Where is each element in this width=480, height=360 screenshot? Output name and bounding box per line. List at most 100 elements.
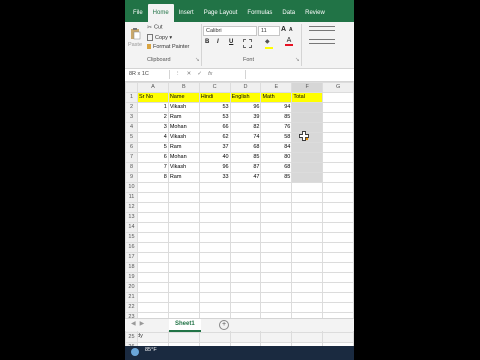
cell[interactable]: Mohan bbox=[167, 152, 200, 163]
row-header[interactable]: 6 bbox=[125, 142, 138, 153]
cell[interactable]: 76 bbox=[260, 122, 293, 133]
row-header[interactable]: 17 bbox=[125, 252, 138, 263]
dialog-launcher-icon[interactable]: ↘ bbox=[195, 57, 200, 63]
cell[interactable] bbox=[260, 262, 293, 273]
font-color-icon[interactable]: A bbox=[285, 37, 293, 46]
cell[interactable]: 80 bbox=[260, 152, 293, 163]
row-header[interactable]: 4 bbox=[125, 122, 138, 133]
cell[interactable] bbox=[198, 282, 231, 293]
cell[interactable] bbox=[198, 252, 231, 263]
cell[interactable]: 53 bbox=[198, 112, 231, 123]
cell[interactable]: 7 bbox=[136, 162, 169, 173]
cell[interactable] bbox=[229, 242, 262, 253]
cell[interactable] bbox=[260, 222, 293, 233]
cell[interactable] bbox=[136, 232, 169, 243]
sheet-tab-sheet1[interactable]: Sheet1 bbox=[169, 319, 201, 332]
cell[interactable] bbox=[260, 202, 293, 213]
cell[interactable]: English bbox=[229, 92, 262, 103]
cell[interactable]: 85 bbox=[229, 152, 262, 163]
cell[interactable] bbox=[198, 332, 231, 343]
cell[interactable] bbox=[167, 272, 200, 283]
tab-home[interactable]: Home bbox=[147, 4, 174, 22]
cell[interactable] bbox=[167, 232, 200, 243]
cell[interactable]: 58 bbox=[260, 132, 293, 143]
row-header[interactable]: 3 bbox=[125, 112, 138, 123]
cell[interactable] bbox=[322, 252, 354, 263]
cell[interactable] bbox=[322, 142, 354, 153]
cut-button[interactable]: ✂ Cut bbox=[147, 24, 163, 31]
cell[interactable] bbox=[291, 162, 324, 173]
cell[interactable] bbox=[322, 222, 354, 233]
row-header[interactable]: 19 bbox=[125, 272, 138, 283]
cell[interactable] bbox=[322, 262, 354, 273]
cell[interactable]: 5 bbox=[136, 142, 169, 153]
tab-insert[interactable]: Insert bbox=[174, 4, 199, 22]
cell[interactable] bbox=[291, 332, 324, 343]
cell[interactable] bbox=[198, 292, 231, 303]
cell[interactable] bbox=[291, 292, 324, 303]
cell[interactable] bbox=[322, 292, 354, 303]
cell[interactable] bbox=[167, 292, 200, 303]
cell[interactable] bbox=[291, 212, 324, 223]
row-header[interactable]: 7 bbox=[125, 152, 138, 163]
cell[interactable]: 66 bbox=[198, 122, 231, 133]
add-sheet-button[interactable]: + bbox=[219, 320, 229, 330]
cell[interactable]: Mohan bbox=[167, 122, 200, 133]
cell[interactable]: 85 bbox=[260, 172, 293, 183]
cell[interactable] bbox=[136, 212, 169, 223]
cell[interactable] bbox=[229, 182, 262, 193]
row-header[interactable]: 9 bbox=[125, 172, 138, 183]
cell[interactable] bbox=[322, 192, 354, 203]
cell[interactable] bbox=[260, 182, 293, 193]
cell[interactable] bbox=[167, 212, 200, 223]
italic-button[interactable]: I bbox=[217, 39, 219, 45]
cell[interactable] bbox=[229, 212, 262, 223]
cell[interactable]: 96 bbox=[198, 162, 231, 173]
cell[interactable] bbox=[229, 222, 262, 233]
cell[interactable] bbox=[198, 262, 231, 273]
bold-button[interactable]: B bbox=[205, 39, 209, 45]
cell[interactable] bbox=[136, 222, 169, 233]
cell[interactable] bbox=[167, 202, 200, 213]
cell[interactable] bbox=[229, 302, 262, 313]
row-header[interactable]: 25 bbox=[125, 332, 138, 343]
cell[interactable]: 53 bbox=[198, 102, 231, 113]
cell[interactable] bbox=[291, 112, 324, 123]
cell[interactable] bbox=[136, 302, 169, 313]
tab-formulas[interactable]: Formulas bbox=[242, 4, 277, 22]
sheet-nav-arrows[interactable]: ◀▶ bbox=[131, 320, 148, 327]
cell[interactable] bbox=[260, 292, 293, 303]
copy-button[interactable]: Copy ▾ bbox=[147, 34, 172, 41]
cell[interactable] bbox=[167, 222, 200, 233]
tab-review[interactable]: Review bbox=[300, 4, 330, 22]
cell[interactable]: 94 bbox=[260, 102, 293, 113]
font-family-select[interactable]: Calibri bbox=[203, 26, 257, 36]
cell[interactable] bbox=[260, 332, 293, 343]
cell[interactable]: 8 bbox=[136, 172, 169, 183]
cell[interactable] bbox=[229, 262, 262, 273]
cell[interactable]: 84 bbox=[260, 142, 293, 153]
row-header[interactable]: 12 bbox=[125, 202, 138, 213]
cell[interactable] bbox=[167, 192, 200, 203]
cell[interactable] bbox=[136, 282, 169, 293]
cell[interactable] bbox=[322, 132, 354, 143]
cell[interactable] bbox=[322, 242, 354, 253]
row-header[interactable]: 18 bbox=[125, 262, 138, 273]
row-header[interactable]: 22 bbox=[125, 302, 138, 313]
grow-font-button[interactable]: A bbox=[281, 26, 286, 33]
cell[interactable] bbox=[260, 282, 293, 293]
cell[interactable] bbox=[229, 282, 262, 293]
cell[interactable]: 33 bbox=[198, 172, 231, 183]
cell[interactable] bbox=[291, 242, 324, 253]
cell[interactable]: Vikash bbox=[167, 162, 200, 173]
cell[interactable]: Vikash bbox=[167, 102, 200, 113]
cell[interactable] bbox=[322, 172, 354, 183]
cell[interactable] bbox=[167, 262, 200, 273]
shrink-font-button[interactable]: A bbox=[289, 27, 293, 33]
cell[interactable] bbox=[198, 202, 231, 213]
format-painter-button[interactable]: Format Painter bbox=[147, 44, 189, 50]
cell[interactable] bbox=[167, 302, 200, 313]
cell[interactable] bbox=[322, 92, 354, 103]
row-header[interactable]: 10 bbox=[125, 182, 138, 193]
cell[interactable] bbox=[136, 272, 169, 283]
